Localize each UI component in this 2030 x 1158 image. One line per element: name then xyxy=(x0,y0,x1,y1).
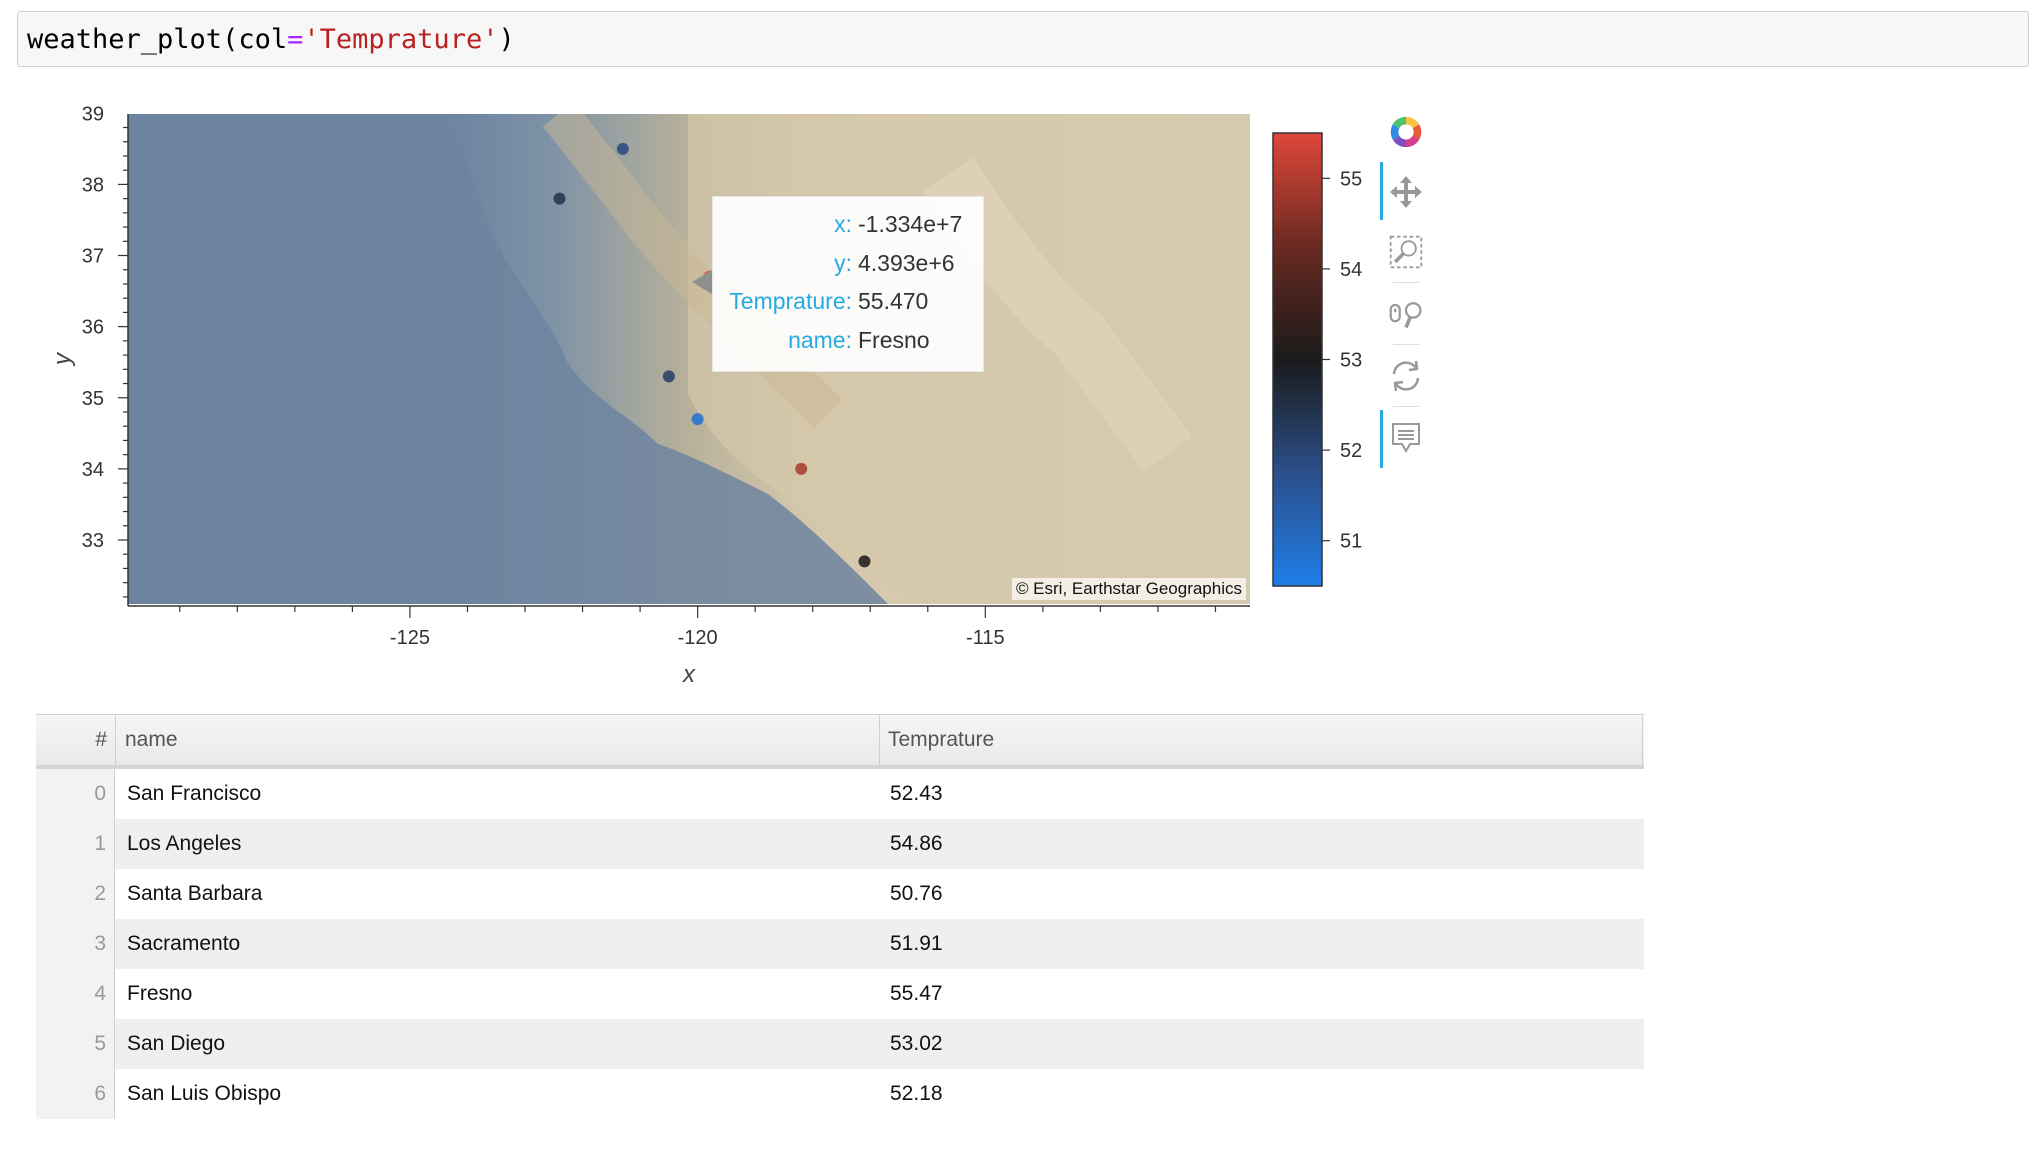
y-tick-label: 35 xyxy=(82,388,104,410)
cell-name: Santa Barbara xyxy=(127,882,263,905)
row-index-cell: 0 xyxy=(36,769,115,819)
toolbar-divider xyxy=(1393,282,1419,283)
toolbar-divider xyxy=(1393,406,1419,407)
data-point xyxy=(616,142,629,155)
cell-temprature: 53.02 xyxy=(890,1032,943,1055)
tooltip-value: 55.470 xyxy=(858,288,929,314)
cell-temprature: 55.47 xyxy=(890,982,943,1005)
tooltip-key: y: xyxy=(834,250,852,276)
row-index-cell: 1 xyxy=(36,819,115,869)
table-row[interactable]: 2 Santa Barbara 50.76 xyxy=(36,869,1644,919)
tooltip-value: 4.393e+6 xyxy=(858,250,955,276)
row-index: 0 xyxy=(94,782,106,805)
y-tick-label: 39 xyxy=(82,103,104,125)
y-tick-label: 38 xyxy=(82,174,104,196)
y-tick-label: 33 xyxy=(82,530,104,552)
tooltip-value: Fresno xyxy=(858,327,930,353)
tooltip-value: -1.334e+7 xyxy=(858,211,963,237)
data-point xyxy=(795,462,808,475)
row-index: 4 xyxy=(94,982,106,1005)
column-header-index[interactable]: # xyxy=(95,728,107,752)
cell-name: Fresno xyxy=(127,982,193,1005)
y-tick-label: 37 xyxy=(82,246,104,268)
cell-temprature: 52.18 xyxy=(890,1082,943,1105)
colorbar-tick-label: 51 xyxy=(1340,531,1362,553)
row-index-cell: 2 xyxy=(36,869,115,919)
column-divider xyxy=(115,715,116,765)
row-index: 6 xyxy=(94,1082,106,1105)
cell-name: San Francisco xyxy=(127,782,262,805)
box-zoom-icon[interactable] xyxy=(1388,232,1424,272)
table-row[interactable]: 4 Fresno 55.47 xyxy=(36,969,1644,1019)
data-table: # name Temprature 0 San Francisco 52.43 1L… xyxy=(36,714,1644,1119)
cell-temprature: 50.76 xyxy=(890,882,943,905)
x-axis-label: x xyxy=(682,661,696,688)
row-index: 5 xyxy=(94,1032,106,1055)
row-index-cell: 5 xyxy=(36,1019,115,1069)
cell-temprature: 51.91 xyxy=(890,932,943,955)
colorbar-tick-label: 54 xyxy=(1340,259,1362,281)
column-header-name[interactable]: name xyxy=(125,728,178,752)
scatter-chart: 33 34 35 36 37 38 39 -125 -120 -115 x y 55 54 53 52 51 xyxy=(49,103,1362,688)
colorbar xyxy=(1272,132,1323,587)
bokeh-logo-icon[interactable] xyxy=(1388,112,1424,152)
column-divider xyxy=(1642,715,1643,765)
tooltip-row-x: x: -1.334e+7 xyxy=(713,211,985,241)
colorbar-tick-label: 52 xyxy=(1340,440,1362,462)
row-index-cell: 3 xyxy=(36,919,115,969)
cell-name: Los Angeles xyxy=(127,832,242,855)
y-axis-label: y xyxy=(49,351,76,367)
row-index-cell: 6 xyxy=(36,1069,115,1119)
table-header: # name Temprature xyxy=(36,714,1644,769)
table-row[interactable]: 5 San Diego 53.02 xyxy=(36,1019,1644,1069)
cell-temprature: 54.86 xyxy=(890,832,943,855)
tooltip-key: name: xyxy=(788,327,852,353)
tooltip-row-temprature: Temprature: 55.470 xyxy=(713,288,985,318)
column-divider xyxy=(879,715,880,765)
tooltip-arrow xyxy=(692,270,712,294)
cell-temprature: 52.43 xyxy=(890,782,943,805)
row-index-cell: 4 xyxy=(36,969,115,1019)
data-point xyxy=(662,370,675,383)
row-index: 1 xyxy=(94,832,106,855)
tooltip-key: x: xyxy=(834,211,852,237)
cell-name: San Luis Obispo xyxy=(127,1082,282,1105)
active-tool-indicator xyxy=(1380,410,1383,468)
x-tick-label: -120 xyxy=(678,627,718,649)
colorbar-tick-label: 53 xyxy=(1340,350,1362,372)
data-point xyxy=(858,555,871,568)
reset-icon[interactable] xyxy=(1388,356,1424,396)
pan-icon[interactable] xyxy=(1388,172,1424,212)
table-row[interactable]: 6 San Luis Obispo 52.18 xyxy=(36,1069,1644,1119)
table-row[interactable]: 0 San Francisco 52.43 xyxy=(36,769,1644,819)
tooltip-row-y: y: 4.393e+6 xyxy=(713,250,985,280)
table-row[interactable]: 3 Sacramento 51.91 xyxy=(36,919,1644,969)
row-index: 3 xyxy=(94,932,106,955)
wheel-zoom-icon[interactable] xyxy=(1388,294,1424,334)
table-row[interactable]: 1 Los Angeles 54.86 xyxy=(36,819,1644,869)
cell-name: Sacramento xyxy=(127,932,241,955)
active-tool-indicator xyxy=(1380,162,1383,220)
data-point xyxy=(553,192,566,205)
x-tick-label: -125 xyxy=(390,627,430,649)
y-tick-label: 36 xyxy=(82,317,104,339)
tooltip-row-name: name: Fresno xyxy=(713,327,985,357)
tooltip-key: Temprature: xyxy=(729,288,852,314)
hover-icon[interactable] xyxy=(1388,418,1424,458)
cell-name: San Diego xyxy=(127,1032,226,1055)
hover-tooltip: x: -1.334e+7 y: 4.393e+6 Temprature: 55.470… xyxy=(712,196,984,372)
data-point xyxy=(691,413,704,426)
x-tick-label: -115 xyxy=(966,627,1005,649)
y-tick-label: 34 xyxy=(82,459,104,481)
toolbar-divider xyxy=(1393,344,1419,345)
colorbar-tick-label: 55 xyxy=(1340,168,1362,190)
row-index: 2 xyxy=(94,882,106,905)
column-header-temprature[interactable]: Temprature xyxy=(888,728,994,752)
